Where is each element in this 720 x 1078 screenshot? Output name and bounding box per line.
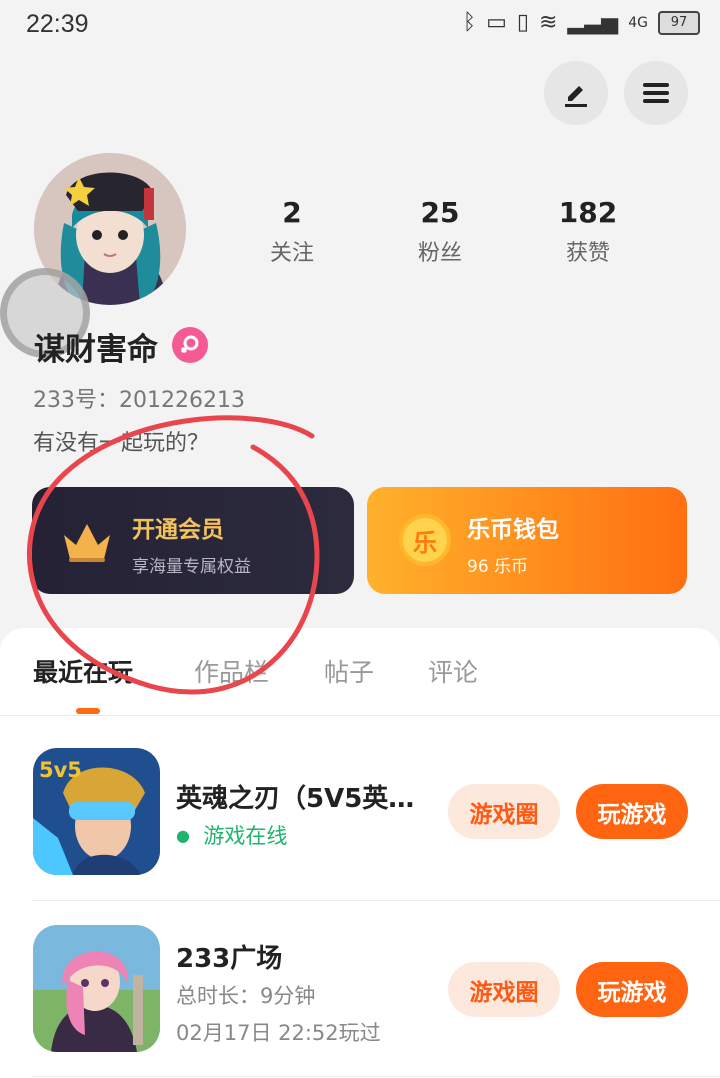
online-dot-icon: ●	[176, 826, 190, 845]
vip-title: 开通会员	[132, 517, 224, 543]
game-online-status: ● 游戏在线	[176, 820, 287, 850]
game-play-time: 总时长：9分钟	[176, 984, 316, 1008]
wallet-title: 乐币钱包	[467, 517, 559, 543]
play-game-button[interactable]: 玩游戏	[576, 962, 688, 1017]
female-icon	[172, 327, 208, 363]
following-label: 关注	[269, 241, 314, 266]
tab-divider	[0, 715, 720, 716]
edit-icon	[565, 86, 587, 107]
online-status-label: 游戏在线	[203, 824, 288, 848]
game-circle-button[interactable]: 游戏圈	[448, 784, 560, 839]
vip-card[interactable]: 开通会员 享海量专属权益	[32, 487, 354, 594]
status-time: 22:39	[26, 10, 89, 38]
likes-stat[interactable]: 182 获赞	[526, 196, 650, 267]
game-icon-233[interactable]	[33, 925, 160, 1052]
tab-works[interactable]: 作品栏	[194, 653, 269, 689]
svg-text:5v5: 5v5	[39, 758, 82, 782]
crown-icon	[64, 524, 110, 562]
wallet-card[interactable]: 乐 乐币钱包 96 乐币	[367, 487, 687, 594]
battery-icon: 97	[658, 10, 700, 35]
game-name: 233广场	[176, 944, 283, 974]
following-count: 2	[282, 196, 302, 229]
likes-count: 182	[558, 196, 618, 229]
bluetooth-icon: ᛒ	[462, 10, 477, 35]
nickname: 谋财害命	[34, 332, 158, 368]
coin-text: 乐	[413, 528, 437, 557]
tab-comments[interactable]: 评论	[428, 653, 478, 689]
game-name: 英魂之刃（5V5英…	[176, 784, 415, 814]
game-circle-button[interactable]: 游戏圈	[448, 962, 560, 1017]
vip-subtitle: 享海量专属权益	[132, 557, 251, 577]
play-game-button[interactable]: 玩游戏	[576, 784, 688, 839]
likes-label: 获赞	[565, 241, 610, 266]
profile-stats: 2 关注 25 粉丝 182 获赞	[230, 196, 650, 267]
tab-posts[interactable]: 帖子	[324, 653, 374, 689]
bio: 有没有一起玩的？	[33, 431, 210, 456]
following-stat[interactable]: 2 关注	[230, 196, 354, 267]
wallet-balance: 96 乐币	[467, 557, 529, 577]
vibrate-icon: ▯	[516, 10, 530, 35]
row-divider	[32, 1076, 720, 1077]
row-divider	[32, 900, 720, 901]
followers-count: 25	[420, 196, 460, 229]
user-id: 233号：201226213	[33, 388, 245, 413]
game-last-played: 02月17日 22:52玩过	[176, 1021, 381, 1045]
followers-stat[interactable]: 25 粉丝	[378, 196, 502, 267]
followers-label: 粉丝	[417, 241, 462, 266]
edit-profile-button[interactable]	[544, 61, 608, 125]
coin-icon: 乐	[399, 514, 451, 566]
status-icons: ᛒ ▭ ▯ ≋ ▂▃▅ 4G 97	[463, 10, 700, 35]
game-icon-yinghun[interactable]: 5v5	[33, 748, 160, 875]
signal-icon: ▂▃▅	[567, 10, 619, 35]
cast-icon: ▭	[486, 10, 507, 35]
menu-icon	[643, 83, 669, 103]
wifi-icon: ≋	[539, 10, 558, 35]
menu-button[interactable]	[624, 61, 688, 125]
tab-recent[interactable]: 最近在玩	[33, 653, 133, 689]
tab-active-indicator	[76, 708, 100, 714]
network-type: 4G	[628, 14, 648, 31]
status-bar: 22:39 ᛒ ▭ ▯ ≋ ▂▃▅ 4G 97	[0, 0, 720, 50]
